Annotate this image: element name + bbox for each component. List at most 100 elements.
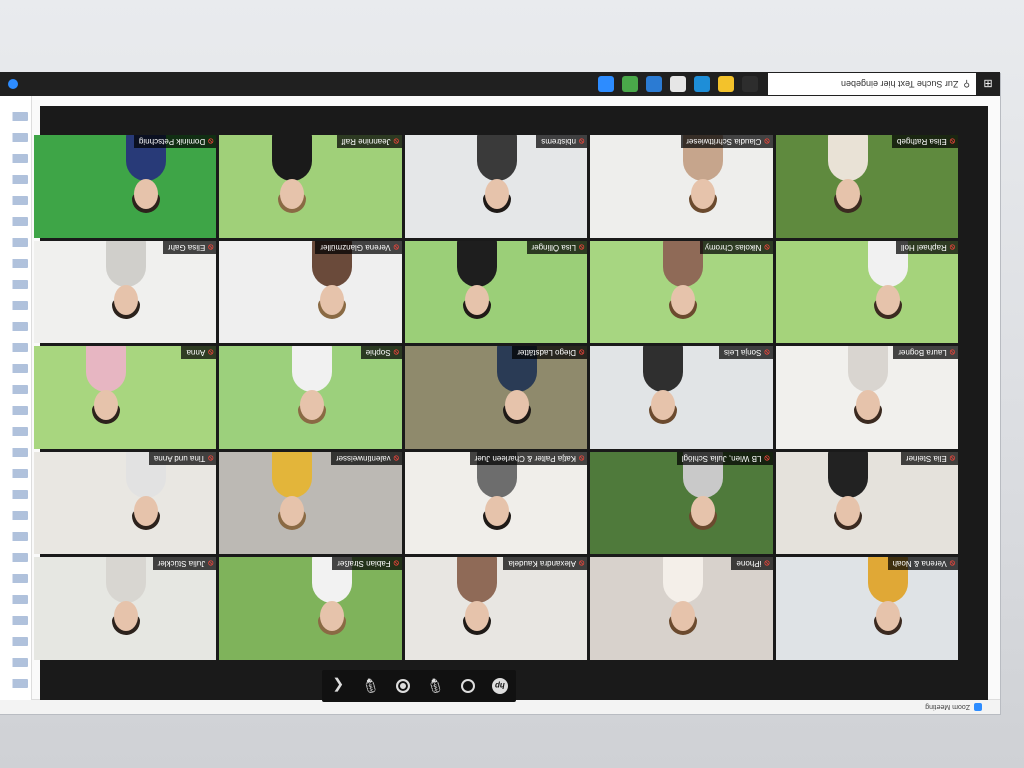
chevron-icon[interactable]: ❮: [325, 673, 351, 699]
muted-mic-icon: ⦸: [208, 348, 214, 358]
participant-name: Julia Stückler: [157, 559, 206, 569]
participant-tile[interactable]: ⦸ iPhone: [590, 557, 773, 660]
participant-name-label: ⦸ Lisa Öllinger: [526, 240, 588, 254]
participant-name-label: ⦸ LB Wien, Julia Schlögl: [676, 451, 773, 465]
windows-start-icon[interactable]: ⊞: [976, 72, 1000, 96]
participant-name-label: ⦸ Nikolas Chromy: [699, 240, 773, 254]
zoom-window-title: Zoom Meeting: [925, 703, 970, 711]
muted-mic-icon: ⦸: [393, 559, 399, 569]
muted-mic-icon: ⦸: [578, 559, 585, 569]
participant-tile[interactable]: ⦸ Laura Bogner: [775, 346, 958, 449]
muted-mic-icon: ⦸: [949, 453, 955, 463]
participant-tile[interactable]: ⦸ Elia Steiner: [775, 451, 958, 555]
audio-icon[interactable]: 🎙: [358, 673, 384, 699]
participant-face: [836, 179, 860, 210]
participant-tile[interactable]: ⦸ LB Wien, Julia Schlögl: [590, 451, 773, 555]
participant-name: Elisa Rathgeb: [896, 137, 947, 147]
participant-face: [876, 284, 900, 315]
chrome-icon[interactable]: [622, 76, 638, 92]
edge-icon[interactable]: [694, 76, 710, 92]
participant-tile[interactable]: ⦸ Verena & Noah: [775, 557, 958, 660]
participant-tile[interactable]: ⦸ Anna: [34, 346, 217, 449]
participant-name-label: ⦸ Dominik Petschnig: [133, 135, 217, 149]
participant-tile[interactable]: ⦸ Nikolas Chromy: [590, 240, 773, 344]
participant-figure: [477, 135, 518, 214]
participant-face: [279, 495, 304, 526]
participant-tile[interactable]: ⦸ Claudia Schrittwieser: [590, 135, 773, 238]
participant-name: Laura Bogner: [898, 348, 947, 358]
participant-tile[interactable]: ⦸ Jeannine Ralf: [219, 135, 402, 238]
participant-name: Katja Palter & Charleen Juer: [474, 453, 576, 463]
task-view-icon[interactable]: [742, 76, 758, 92]
participant-face: [650, 390, 675, 421]
participant-figure: [828, 135, 868, 214]
participant-name-label: ⦸ Diego Ladstätter: [512, 346, 588, 360]
muted-mic-icon: ⦸: [764, 348, 770, 358]
participant-name: iPhone: [736, 559, 762, 569]
participant-tile[interactable]: ⦸ Fabian Straßer: [219, 557, 402, 660]
search-placeholder: Zur Suche Text hier eingeben: [840, 79, 959, 89]
participant-tile[interactable]: ⦸ Sonja Leis: [590, 346, 773, 449]
muted-mic-icon: ⦸: [393, 242, 399, 252]
record-icon[interactable]: [390, 673, 416, 699]
video-feed: [775, 240, 958, 344]
participant-name-label: ⦸ Elisa Gahr: [162, 240, 217, 254]
participant-tile[interactable]: ⦸ Raphael Holl: [775, 240, 958, 344]
participant-name-label: ⦸ Sonja Leis: [719, 346, 773, 360]
participant-name-label: ⦸ Anna: [181, 346, 217, 360]
participant-name-label: ⦸ Sophie: [360, 346, 402, 360]
taskbar-search[interactable]: ⚲ Zur Suche Text hier eingeben: [768, 73, 976, 95]
participant-figure: [457, 240, 498, 319]
participant-tile[interactable]: ⦸ Elisa Rathgeb: [775, 135, 958, 238]
participant-name: Raphael Holl: [900, 242, 947, 252]
participant-tile[interactable]: ⦸ nbistrems: [404, 135, 588, 238]
store-icon[interactable]: [670, 76, 686, 92]
mail-icon[interactable]: [646, 76, 662, 92]
participant-name: Lisa Öllinger: [531, 242, 576, 252]
ring-icon[interactable]: [455, 673, 481, 699]
participant-face: [690, 495, 715, 526]
participant-tile[interactable]: ⦸ Diego Ladstätter: [404, 346, 588, 449]
participant-tile[interactable]: ⦸ Verena Glanzmüller: [219, 240, 402, 344]
participant-name: Alexandra Kaudela: [508, 559, 576, 569]
participant-name: Verena & Noah: [892, 559, 947, 569]
participant-tile[interactable]: ⦸ Katja Palter & Charleen Juer: [404, 451, 588, 555]
mic-icon[interactable]: 🎙: [422, 673, 448, 699]
participant-name: Elia Steiner: [905, 453, 947, 463]
participant-tile[interactable]: ⦸ Sophie: [219, 346, 402, 449]
participant-tile[interactable]: ⦸ Elisa Gahr: [34, 240, 217, 344]
participant-name: Diego Ladstätter: [517, 348, 576, 358]
muted-mic-icon: ⦸: [393, 348, 399, 358]
participant-tile[interactable]: ⦸ Julia Stückler: [34, 557, 217, 660]
participant-face: [670, 284, 695, 315]
participant-name-label: ⦸ Fabian Straßer: [332, 557, 402, 571]
participant-figure: [86, 346, 127, 425]
participant-tile[interactable]: ⦸ valentinweisser: [219, 451, 402, 555]
participant-name-label: ⦸ Raphael Holl: [895, 240, 958, 254]
video-feed: [219, 557, 402, 660]
rotated-desktop: Zoom Meeting hp 🎙 🎙 ❮ ⦸ Verena & Noah ⦸ iPh…: [0, 72, 1000, 714]
windows-taskbar: ⊞ ⚲ Zur Suche Text hier eingeben: [0, 72, 1000, 96]
video-feed: [34, 135, 217, 238]
muted-mic-icon: ⦸: [949, 137, 955, 147]
participant-tile[interactable]: ⦸ Dominik Petschnig: [34, 135, 217, 238]
participant-tile[interactable]: ⦸ Alexandra Kaudela: [404, 557, 588, 660]
muted-mic-icon: ⦸: [578, 348, 585, 358]
search-icon: ⚲: [963, 79, 970, 90]
muted-mic-icon: ⦸: [393, 453, 399, 463]
video-feed: [34, 451, 217, 555]
monitor-screen: Zoom Meeting hp 🎙 🎙 ❮ ⦸ Verena & Noah ⦸ iPh…: [0, 72, 1000, 714]
participant-face: [836, 495, 860, 526]
participant-tile[interactable]: ⦸ Tina und Anna: [34, 451, 217, 555]
zoom-tray-icon[interactable]: [8, 79, 18, 89]
video-feed: [404, 346, 588, 449]
participant-tile[interactable]: ⦸ Lisa Öllinger: [404, 240, 588, 344]
participant-name: Tina und Anna: [153, 453, 206, 463]
file-explorer-icon[interactable]: [718, 76, 734, 92]
participant-name-label: ⦸ Katja Palter & Charleen Juer: [469, 451, 588, 465]
zoom-icon[interactable]: [598, 76, 614, 92]
muted-mic-icon: ⦸: [208, 242, 214, 252]
participant-face: [299, 390, 324, 421]
participant-name-label: ⦸ Laura Bogner: [893, 346, 958, 360]
participant-figure: [106, 557, 147, 636]
